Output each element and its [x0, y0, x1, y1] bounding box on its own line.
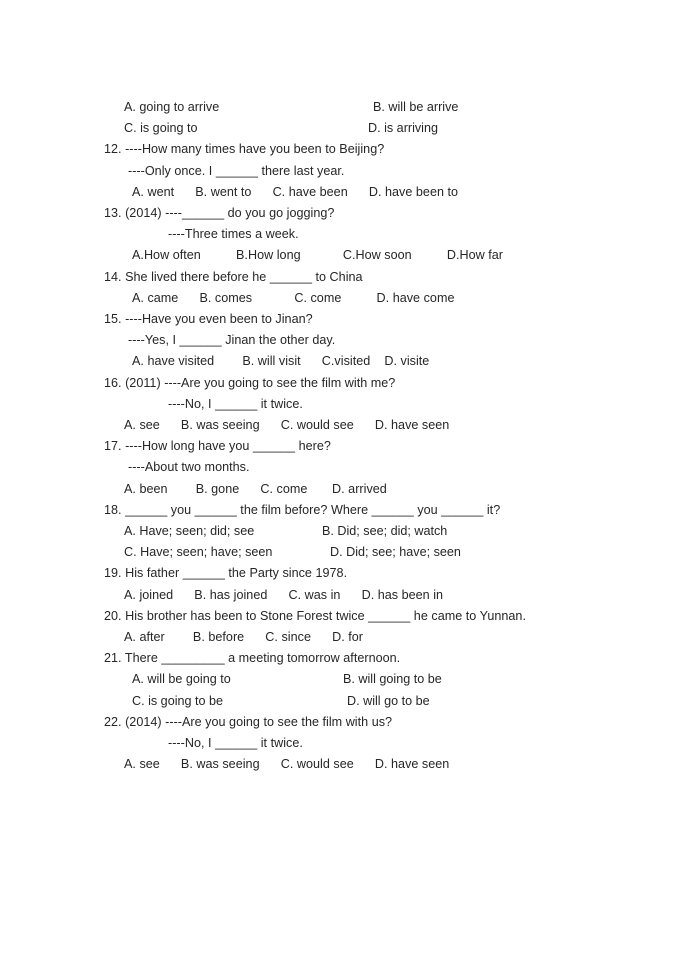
option-choice[interactable]: A. Have; seen; did; see — [124, 521, 254, 542]
question-block: 16. (2011) ----Are you going to see the … — [104, 373, 584, 437]
question-block: 14. She lived there before he ______ to … — [104, 267, 584, 309]
worksheet-line: 16. (2011) ----Are you going to see the … — [104, 375, 396, 390]
worksheet-line: 20. His brother has been to Stone Forest… — [104, 608, 526, 623]
option-row[interactable]: C. Have; seen; have; seen D. Did; see; ha… — [104, 542, 584, 563]
question-block: 15. ----Have you even been to Jinan? ----… — [104, 309, 584, 373]
option-row[interactable]: A. going to arrive B. will be arrive — [104, 97, 584, 118]
question-block: A. going to arrive B. will be arrive C. is… — [104, 97, 584, 139]
worksheet-line: ----No, I ______ it twice. — [168, 736, 303, 751]
option-choice[interactable]: D. will go to be — [347, 691, 430, 712]
worksheet-line: A. went B. went to C. have been D. have … — [132, 184, 459, 199]
question-block: 21. There _________ a meeting tomorrow a… — [104, 648, 584, 712]
worksheet-line: A. joined B. has joined C. was in D. has… — [124, 587, 444, 602]
worksheet-line: ----Three times a week. — [168, 227, 299, 242]
question-block: 17. ----How long have you ______ here? --… — [104, 436, 584, 500]
worksheet-line: 18. ______ you ______ the film before? W… — [104, 502, 501, 517]
option-choice[interactable]: D. Did; see; have; seen — [330, 542, 461, 563]
option-row[interactable]: C. is going to D. is arriving — [104, 118, 584, 139]
document-page: A. going to arrive B. will be arrive C. is… — [0, 0, 688, 971]
worksheet-line: ----Only once. I ______ there last year. — [128, 163, 345, 178]
question-block: 18. ______ you ______ the film before? W… — [104, 500, 584, 564]
worksheet-line: A. came B. comes C. come D. have come — [132, 290, 455, 305]
worksheet-line: ----No, I ______ it twice. — [168, 396, 303, 411]
worksheet-line: A. have visited B. will visit C.visited … — [132, 354, 430, 369]
option-choice[interactable]: A. will be going to — [132, 669, 231, 690]
option-choice[interactable]: A. going to arrive — [124, 97, 219, 118]
worksheet-line: A. see B. was seeing C. would see D. hav… — [124, 757, 450, 772]
worksheet-line: A.How often B.How long C.How soon D.How … — [132, 248, 503, 263]
worksheet-line: A. see B. was seeing C. would see D. hav… — [124, 418, 450, 433]
worksheet-line: ----About two months. — [128, 460, 250, 475]
option-choice[interactable]: C. Have; seen; have; seen — [124, 542, 272, 563]
option-choice[interactable]: C. is going to — [124, 118, 198, 139]
option-choice[interactable]: B. Did; see; did; watch — [322, 521, 447, 542]
worksheet-line: 17. ----How long have you ______ here? — [104, 439, 331, 454]
question-block: 19. His father ______ the Party since 19… — [104, 563, 584, 605]
worksheet-line: 21. There _________ a meeting tomorrow a… — [104, 651, 401, 666]
worksheet-line: 13. (2014) ----______ do you go jogging? — [104, 206, 335, 221]
option-row[interactable]: A. will be going to B. will going to be — [104, 669, 584, 690]
question-block: 20. His brother has been to Stone Forest… — [104, 606, 584, 648]
question-block: 13. (2014) ----______ do you go jogging?… — [104, 203, 584, 267]
worksheet-line: A. after B. before C. since D. for — [124, 630, 363, 645]
worksheet-line: 14. She lived there before he ______ to … — [104, 269, 363, 284]
option-choice[interactable]: C. is going to be — [132, 691, 223, 712]
option-choice[interactable]: D. is arriving — [368, 118, 438, 139]
question-block: 22. (2014) ----Are you going to see the … — [104, 712, 584, 776]
worksheet-line: A. been B. gone C. come D. arrived — [124, 481, 387, 496]
worksheet-body: A. going to arrive B. will be arrive C. is… — [104, 97, 584, 776]
worksheet-line: 19. His father ______ the Party since 19… — [104, 566, 348, 581]
worksheet-line: 15. ----Have you even been to Jinan? — [104, 312, 313, 327]
option-row[interactable]: C. is going to be D. will go to be — [104, 691, 584, 712]
question-block: 12. ----How many times have you been to … — [104, 139, 584, 203]
option-choice[interactable]: B. will be arrive — [373, 97, 458, 118]
option-choice[interactable]: B. will going to be — [343, 669, 442, 690]
worksheet-line: 22. (2014) ----Are you going to see the … — [104, 714, 393, 729]
worksheet-line: 12. ----How many times have you been to … — [104, 142, 385, 157]
worksheet-line: ----Yes, I ______ Jinan the other day. — [128, 333, 336, 348]
option-row[interactable]: A. Have; seen; did; see B. Did; see; did;… — [104, 521, 584, 542]
